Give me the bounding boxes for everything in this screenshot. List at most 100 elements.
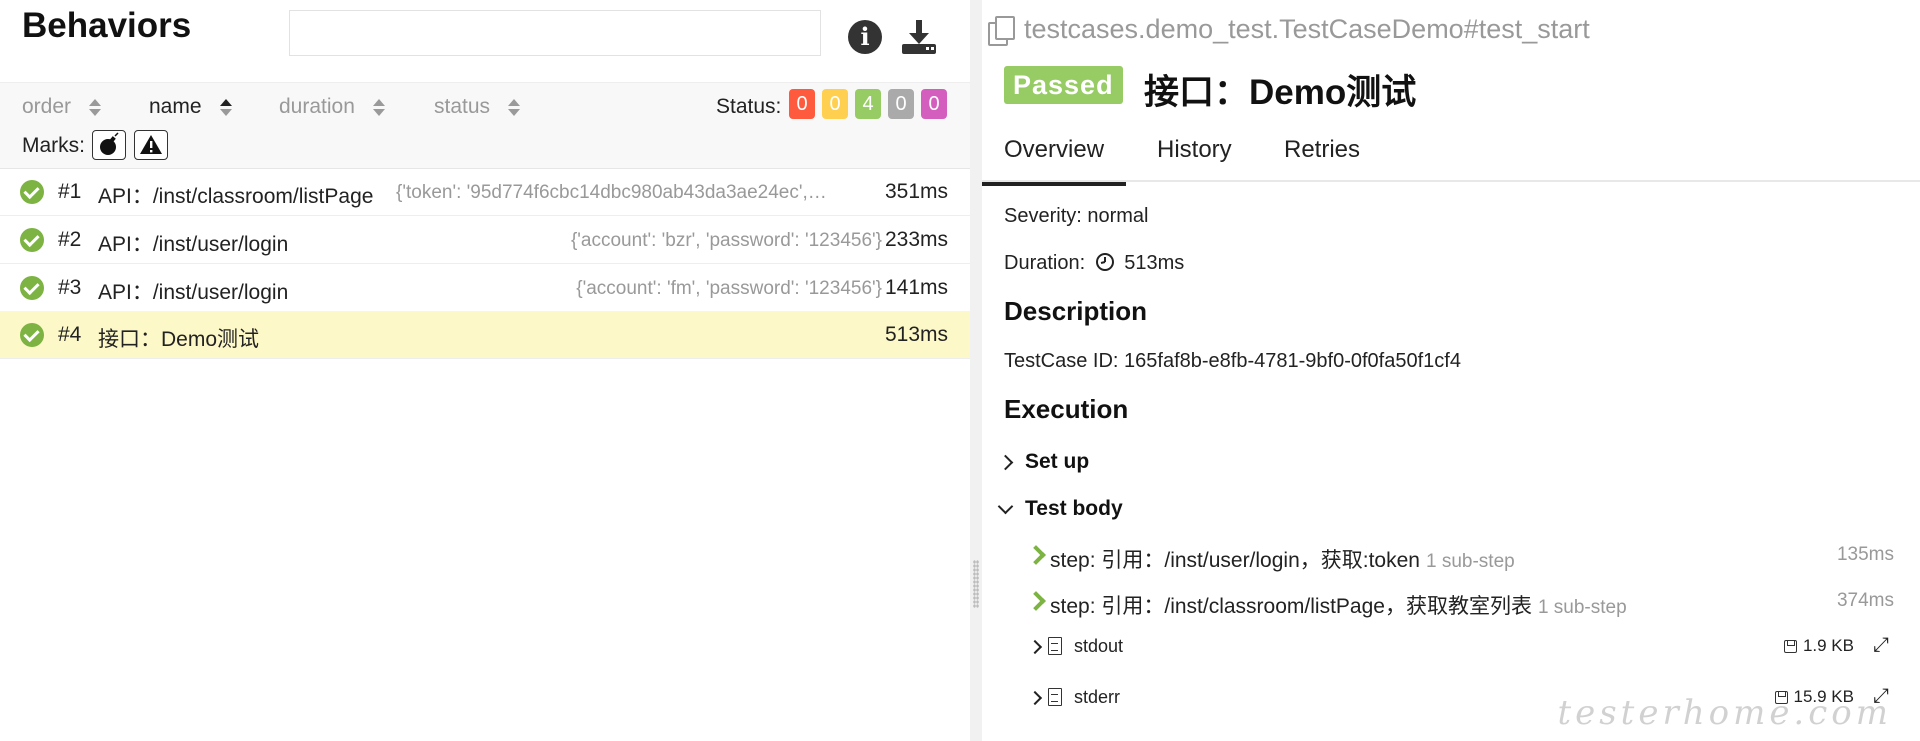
step-duration: 135ms [1836, 544, 1894, 565]
mark-flaky-button[interactable] [92, 130, 126, 160]
test-row[interactable]: #2 API：/inst/user/login {'account': 'bzr… [0, 216, 970, 264]
step-text: step: 引用：/inst/classroom/listPage，获取教室列表 [1050, 595, 1532, 618]
row-name: 接口：Demo测试 [98, 328, 260, 351]
chevron-right-icon [1027, 639, 1043, 655]
testbody-label: Test body [1025, 497, 1123, 520]
attachment-size: 1.9 KB [1783, 636, 1854, 656]
status-unknown-badge[interactable]: 0 [921, 89, 947, 119]
row-number: #2 [58, 228, 82, 251]
attachment-size-text: 1.9 KB [1802, 636, 1854, 655]
attachment-name: stderr [1074, 687, 1121, 707]
search-input[interactable] [289, 10, 821, 56]
tab-retries[interactable]: Retries [1284, 136, 1360, 164]
setup-label: Set up [1025, 450, 1090, 473]
setup-section-toggle[interactable]: Set up [997, 450, 1090, 474]
chevron-right-icon [997, 454, 1014, 470]
sort-arrows-icon [508, 97, 521, 117]
duration-line: Duration: 513ms [1004, 252, 1184, 275]
test-row[interactable]: #3 API：/inst/user/login {'account': 'fm'… [0, 264, 970, 312]
step-text: step: 引用：/inst/user/login，获取:token [1050, 549, 1420, 572]
pane-splitter[interactable] [970, 0, 982, 741]
attachment-row[interactable]: stdout 1.9 KB ⤢ [1027, 630, 1894, 666]
status-skipped-badge[interactable]: 0 [888, 89, 914, 119]
result-tabs: Overview History Retries [981, 122, 1920, 186]
chevron-down-icon [997, 498, 1014, 514]
document-icon [1048, 637, 1062, 655]
step-duration: 374ms [1836, 590, 1894, 611]
tab-overview[interactable]: Overview [981, 136, 1127, 186]
passed-check-icon [20, 228, 44, 252]
row-number: #3 [58, 276, 82, 299]
row-params: {'account': 'bzr', 'password': '123456'} [570, 230, 882, 251]
attachment-name: stdout [1074, 636, 1124, 656]
marks-label: Marks: [22, 134, 85, 157]
mark-warning-button[interactable] [134, 130, 168, 160]
passed-check-icon [20, 180, 44, 204]
description-heading: Description [1004, 296, 1148, 326]
expand-icon[interactable]: ⤢ [1872, 635, 1890, 655]
info-icon[interactable]: i [848, 20, 882, 54]
save-icon [1783, 639, 1797, 653]
sort-duration[interactable]: duration [279, 95, 385, 119]
warning-icon [140, 135, 162, 154]
status-passed-badge[interactable]: 4 [855, 89, 881, 119]
test-title: 接口：Demo测试 [1144, 73, 1417, 112]
row-duration: 351ms [884, 180, 948, 203]
sort-name[interactable]: name [149, 95, 232, 119]
splitter-grip-icon[interactable] [973, 560, 979, 608]
sort-arrows-icon [219, 97, 232, 117]
row-duration: 233ms [884, 228, 948, 251]
flaky-icon [100, 132, 119, 155]
description-text: TestCase ID: 165faf8b-e8fb-4781-9bf0-0f0… [1004, 350, 1461, 372]
sort-status[interactable]: status [434, 95, 521, 119]
sort-order[interactable]: order [22, 95, 102, 119]
test-result-pane: testcases.demo_test.TestCaseDemo#test_st… [981, 0, 1920, 741]
passed-check-icon [20, 323, 44, 347]
row-name: API：/inst/user/login [98, 233, 289, 256]
row-duration: 141ms [884, 276, 948, 299]
passed-check-icon [20, 276, 44, 300]
behaviors-pane: Behaviors i order name duration status S… [0, 0, 970, 741]
sort-arrows-icon [372, 97, 385, 117]
step-label: step: 引用：/inst/user/login，获取:token 1 sub-… [1050, 544, 1515, 574]
execution-heading: Execution [1004, 394, 1129, 424]
sort-arrows-icon [89, 97, 102, 117]
row-number: #4 [58, 323, 82, 346]
sort-order-label: order [22, 95, 72, 118]
step-substep-count: 1 sub-step [1425, 551, 1515, 572]
marks-bar: Marks: [0, 126, 970, 169]
test-fullname-text: testcases.demo_test.TestCaseDemo#test_st… [1024, 14, 1590, 44]
status-filter-label: Status: [716, 95, 782, 118]
copy-icon[interactable] [988, 15, 1015, 46]
step-substep-count: 1 sub-step [1537, 597, 1627, 618]
row-params: {'token': '95d774f6cbc14dbc980ab43da3ae2… [396, 182, 827, 203]
page-title: Behaviors [22, 6, 192, 45]
step-label: step: 引用：/inst/classroom/listPage，获取教室列表… [1050, 590, 1627, 620]
row-name: API：/inst/user/login [98, 281, 289, 304]
clock-icon [1095, 253, 1114, 271]
test-fullname: testcases.demo_test.TestCaseDemo#test_st… [988, 14, 1590, 46]
duration-value: 513ms [1124, 252, 1185, 274]
watermark: testerhome.com [1557, 693, 1892, 733]
sort-duration-label: duration [279, 95, 355, 118]
status-broken-badge[interactable]: 0 [822, 89, 848, 119]
duration-label: Duration: [1004, 252, 1086, 274]
chevron-right-icon [1026, 545, 1046, 565]
download-icon[interactable] [900, 18, 938, 56]
status-failed-badge[interactable]: 0 [789, 89, 815, 119]
chevron-right-icon [1027, 690, 1043, 706]
tab-history[interactable]: History [1157, 136, 1232, 164]
behaviors-header: Behaviors i [0, 0, 970, 82]
row-duration: 513ms [884, 323, 948, 346]
row-name: API：/inst/classroom/listPage [98, 185, 374, 208]
row-params: {'account': 'fm', 'password': '123456'} [576, 278, 882, 299]
step-item[interactable]: step: 引用：/inst/classroom/listPage，获取教室列表… [1026, 584, 1894, 622]
test-row[interactable]: #1 API：/inst/classroom/listPage {'token'… [0, 168, 970, 216]
testbody-section-toggle[interactable]: Test body [997, 497, 1123, 521]
row-number: #1 [58, 180, 82, 203]
chevron-right-icon [1026, 591, 1046, 611]
test-row-selected[interactable]: #4 接口：Demo测试 513ms [0, 311, 970, 359]
severity: Severity: normal [1004, 205, 1149, 227]
sort-status-label: status [434, 95, 491, 118]
step-item[interactable]: step: 引用：/inst/user/login，获取:token 1 sub-… [1026, 538, 1894, 576]
